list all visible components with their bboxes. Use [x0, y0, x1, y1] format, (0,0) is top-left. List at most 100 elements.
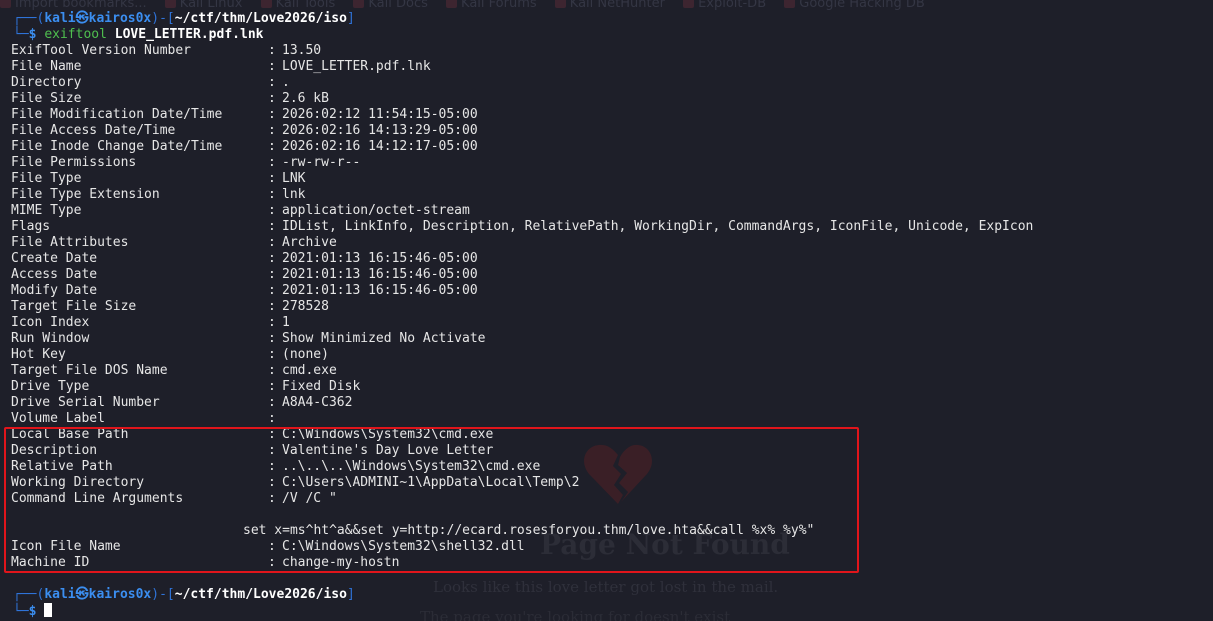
- output-row-label: Directory: [11, 75, 82, 90]
- output-row-label: Modify Date: [11, 283, 98, 298]
- output-row-separator: :: [268, 267, 276, 282]
- command-name: exiftool: [44, 27, 107, 42]
- highlight-annotation-box: [4, 427, 859, 573]
- output-row-value: IDList, LinkInfo, Description, RelativeP…: [282, 219, 1034, 234]
- output-row: Target File Size:278528: [11, 299, 329, 315]
- output-row-label: File Type: [11, 171, 82, 186]
- output-row-separator: :: [268, 171, 276, 186]
- output-row-separator: :: [268, 219, 276, 234]
- output-row: Drive Serial Number: A8A4-C362: [11, 395, 352, 411]
- output-row: Hot Key: (none): [11, 347, 329, 363]
- output-row-separator: :: [268, 411, 276, 426]
- output-row: File Type: LNK: [11, 171, 305, 187]
- output-row-separator: :: [268, 235, 276, 250]
- output-row: File Inode Change Date/Time:2026:02:16 1…: [11, 139, 478, 155]
- output-row: File Size:2.6 kB: [11, 91, 329, 107]
- output-row-value: 2.6 kB: [282, 91, 329, 106]
- input-line[interactable]: └─$: [13, 603, 53, 619]
- output-row-label: Drive Serial Number: [11, 395, 160, 410]
- output-row: Flags: IDList, LinkInfo, Description, Rel…: [11, 219, 1033, 235]
- output-row: Directory:.: [11, 75, 290, 91]
- output-row-separator: :: [268, 59, 276, 74]
- output-row-separator: :: [268, 155, 276, 170]
- output-row-separator: :: [268, 299, 276, 314]
- output-row: File Type Extension: lnk: [11, 187, 305, 203]
- output-row-value: Show Minimized No Activate: [282, 331, 486, 346]
- prompt-line-bottom: ┌──(kali㉿kairos0x)-[~/ctf/thm/Love2026/i…: [13, 587, 355, 602]
- output-row-separator: :: [268, 75, 276, 90]
- output-row-value: 278528: [282, 299, 329, 314]
- output-row: Drive Type: Fixed Disk: [11, 379, 360, 395]
- output-row: MIME Type: application/octet-stream: [11, 203, 470, 219]
- output-row: ExifTool Version Number:13.50: [11, 43, 321, 59]
- output-row-label: Drive Type: [11, 379, 90, 394]
- output-row-value: Archive: [282, 235, 337, 250]
- output-row-label: File Modification Date/Time: [11, 107, 223, 122]
- output-row-value: 13.50: [282, 43, 322, 58]
- output-row-value: 2021:01:13 16:15:46-05:00: [282, 267, 478, 282]
- output-row-label: Icon Index: [11, 315, 90, 330]
- output-row-value: Fixed Disk: [282, 379, 361, 394]
- output-row: Target File DOS Name: cmd.exe: [11, 363, 337, 379]
- output-row-value: 2021:01:13 16:15:46-05:00: [282, 283, 478, 298]
- output-row-separator: :: [268, 347, 276, 362]
- output-row-label: Run Window: [11, 331, 90, 346]
- output-row-separator: :: [268, 123, 276, 138]
- output-row-separator: :: [268, 107, 276, 122]
- output-row-value: cmd.exe: [282, 363, 337, 378]
- output-row-value: .: [282, 75, 290, 90]
- output-row: Volume Label:: [11, 411, 282, 427]
- command-argument: LOVE_LETTER.pdf.lnk: [114, 27, 264, 42]
- output-row-label: Target File Size: [11, 299, 137, 314]
- output-row-label: Hot Key: [11, 347, 66, 362]
- output-row-separator: :: [268, 363, 276, 378]
- output-row: Icon Index:1: [11, 315, 290, 331]
- output-row-value: 2026:02:12 11:54:15-05:00: [282, 107, 478, 122]
- output-row-label: File Name: [11, 59, 82, 74]
- output-row-separator: :: [268, 395, 276, 410]
- output-row: File Name: LOVE_LETTER.pdf.lnk: [11, 59, 431, 75]
- output-row-separator: :: [268, 315, 276, 330]
- output-row-separator: :: [268, 331, 276, 346]
- output-row-value: 2021:01:13 16:15:46-05:00: [282, 251, 478, 266]
- output-row-separator: :: [268, 187, 276, 202]
- output-row: Modify Date:2021:01:13 16:15:46-05:00: [11, 283, 478, 299]
- output-row-value: LNK: [282, 171, 306, 186]
- text-cursor: [44, 603, 53, 617]
- prompt-line-top: ┌──(kali㉿kairos0x)-[~/ctf/thm/Love2026/i…: [13, 11, 355, 26]
- output-row-value: lnk: [282, 187, 306, 202]
- output-row-label: Flags: [11, 219, 51, 234]
- output-row-label: File Type Extension: [11, 187, 160, 202]
- output-row-label: Volume Label: [11, 411, 105, 426]
- command-line: └─$ exiftool LOVE_LETTER.pdf.lnk: [13, 27, 264, 42]
- output-row-label: File Size: [11, 91, 82, 106]
- output-row-label: Create Date: [11, 251, 98, 266]
- output-row: File Modification Date/Time:2026:02:12 1…: [11, 107, 478, 123]
- output-row-separator: :: [268, 379, 276, 394]
- output-row-value: A8A4-C362: [282, 395, 353, 410]
- output-row: Run Window: Show Minimized No Activate: [11, 331, 486, 347]
- output-row-label: File Inode Change Date/Time: [11, 139, 223, 154]
- output-row-label: Access Date: [11, 267, 98, 282]
- output-row-label: File Access Date/Time: [11, 123, 176, 138]
- output-row-value: 1: [282, 315, 290, 330]
- output-row-value: application/octet-stream: [282, 203, 470, 218]
- output-row-separator: :: [268, 251, 276, 266]
- output-row-label: Target File DOS Name: [11, 363, 168, 378]
- output-row-label: MIME Type: [11, 203, 82, 218]
- output-row-label: File Attributes: [11, 235, 129, 250]
- output-row-separator: :: [268, 139, 276, 154]
- output-row-value: -rw-rw-r--: [282, 155, 361, 170]
- output-row: File Permissions: -rw-rw-r--: [11, 155, 360, 171]
- terminal-window[interactable]: ┌──(kali㉿kairos0x)-[~/ctf/thm/Love2026/i…: [0, 0, 1213, 621]
- output-row-value: 2026:02:16 14:12:17-05:00: [282, 139, 478, 154]
- output-row-label: File Permissions: [11, 155, 137, 170]
- output-row: File Attributes: Archive: [11, 235, 337, 251]
- output-row-value: LOVE_LETTER.pdf.lnk: [282, 59, 431, 74]
- output-row-value: 2026:02:16 14:13:29-05:00: [282, 123, 478, 138]
- output-row: Create Date:2021:01:13 16:15:46-05:00: [11, 251, 478, 267]
- output-row-separator: :: [268, 203, 276, 218]
- output-row-separator: :: [268, 283, 276, 298]
- output-row-separator: :: [268, 43, 276, 58]
- output-row-separator: :: [268, 91, 276, 106]
